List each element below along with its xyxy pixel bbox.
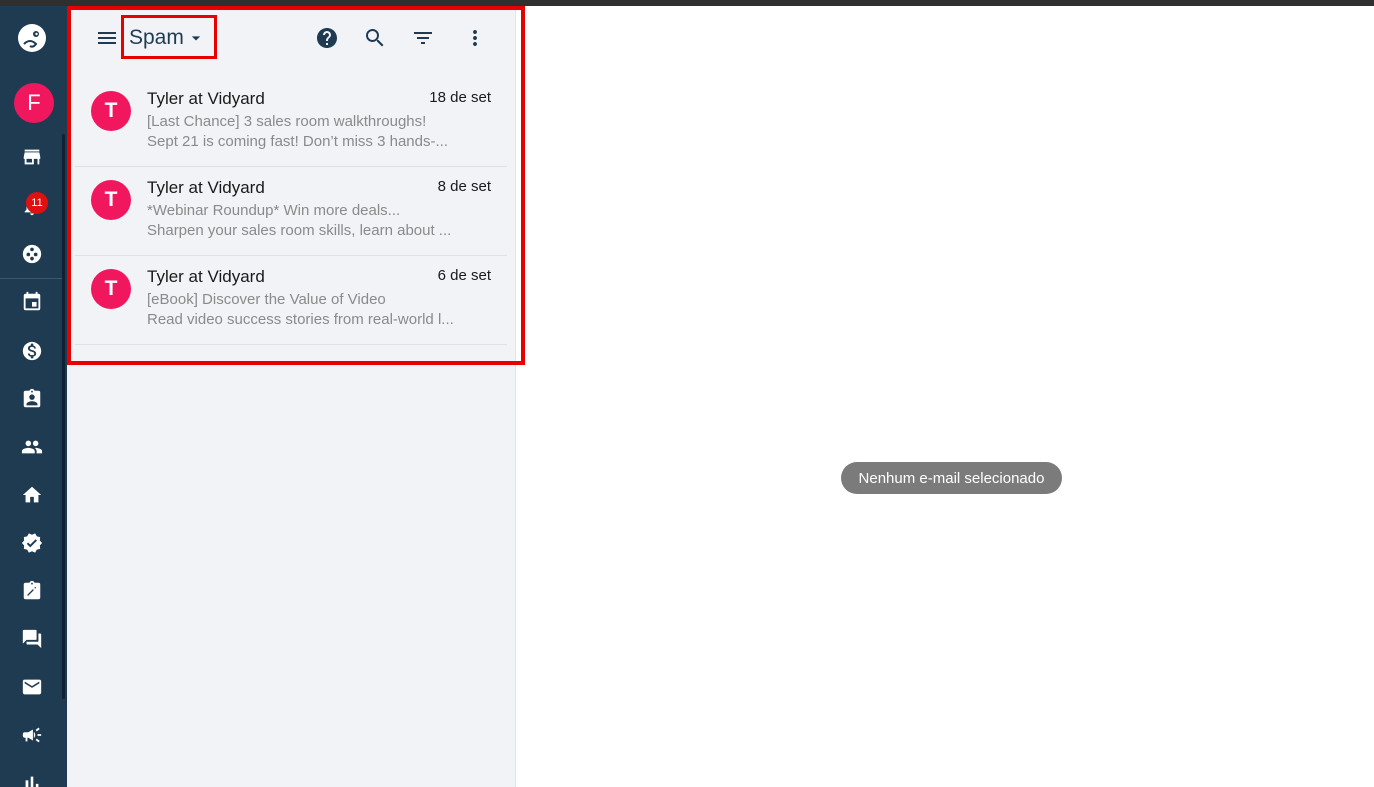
- app-logo[interactable]: [0, 18, 64, 58]
- calendar-icon: [23, 291, 41, 311]
- mail-sender: Tyler at Vidyard: [147, 89, 265, 108]
- sidebar-item-chat[interactable]: [0, 619, 64, 659]
- sidebar-item-campaigns[interactable]: [0, 715, 64, 755]
- people-icon: [21, 440, 43, 454]
- mail-date: 8 de set: [437, 178, 491, 195]
- megaphone-icon: [22, 727, 42, 743]
- mail-toolbar: Spam: [67, 6, 516, 70]
- help-button[interactable]: [309, 20, 345, 56]
- search-icon: [366, 29, 384, 47]
- mail-list-panel: Spam T Tyler at Vidyard 18 de set [Last …: [67, 6, 516, 787]
- menu-button[interactable]: [89, 20, 125, 56]
- filter-button[interactable]: [405, 20, 441, 56]
- sender-avatar: T: [91, 91, 131, 131]
- search-button[interactable]: [357, 20, 393, 56]
- store-icon: [23, 149, 41, 165]
- sidebar-item-mail[interactable]: [0, 667, 64, 707]
- more-vert-icon: [473, 30, 477, 46]
- sidebar-item-people[interactable]: [0, 427, 64, 467]
- menu-icon: [98, 32, 116, 44]
- folder-label: Spam: [129, 26, 184, 49]
- sidebar-item-calendar[interactable]: [0, 282, 64, 322]
- edit-note-icon: [23, 580, 41, 600]
- chart-icon: [25, 776, 39, 787]
- contact-card-icon: [23, 388, 41, 408]
- sidebar-item-tasks[interactable]: [0, 571, 64, 611]
- mail-preview: Read video success stories from real-wor…: [147, 311, 454, 328]
- no-email-selected-message: Nenhum e-mail selecionado: [841, 462, 1062, 494]
- chameleon-logo-icon: [18, 24, 46, 52]
- mail-list-item[interactable]: T Tyler at Vidyard 6 de set [eBook] Disc…: [75, 256, 507, 345]
- mail-list-item[interactable]: T Tyler at Vidyard 8 de set *Webinar Rou…: [75, 167, 507, 256]
- mail-date: 6 de set: [437, 267, 491, 284]
- app-sidebar: F 11: [0, 6, 67, 787]
- caret-down-icon: [191, 36, 201, 41]
- sidebar-item-finance[interactable]: [0, 331, 64, 371]
- user-avatar[interactable]: F: [14, 83, 54, 123]
- sidebar-item-store[interactable]: [0, 137, 64, 177]
- help-icon: [317, 28, 337, 48]
- mail-preview: Sept 21 is coming fast! Don’t miss 3 han…: [147, 133, 448, 150]
- home-icon: [22, 486, 42, 503]
- sidebar-item-contacts[interactable]: [0, 379, 64, 419]
- mail-date: 18 de set: [429, 89, 491, 106]
- sidebar-item-home[interactable]: [0, 475, 64, 515]
- verified-icon: [21, 533, 43, 553]
- sender-avatar: T: [91, 269, 131, 309]
- mail-sender: Tyler at Vidyard: [147, 267, 265, 286]
- mail-sender: Tyler at Vidyard: [147, 178, 265, 197]
- sender-avatar: T: [91, 180, 131, 220]
- chat-icon: [22, 629, 42, 649]
- mail-icon: [22, 679, 42, 695]
- mail-subject: [Last Chance] 3 sales room walkthroughs!: [147, 113, 427, 130]
- mail-subject: *Webinar Roundup* Win more deals...: [147, 202, 401, 219]
- sidebar-item-team[interactable]: [0, 234, 64, 274]
- folder-dropdown[interactable]: Spam: [129, 22, 206, 54]
- filter-icon: [414, 32, 432, 44]
- sidebar-item-reports[interactable]: [0, 763, 64, 787]
- more-options-button[interactable]: [457, 20, 493, 56]
- mail-subject: [eBook] Discover the Value of Video: [147, 291, 386, 308]
- dollar-icon: [22, 341, 42, 361]
- sidebar-divider: [0, 278, 62, 279]
- team-icon: [22, 244, 42, 264]
- notification-badge: 11: [26, 192, 48, 214]
- mail-list-item[interactable]: T Tyler at Vidyard 18 de set [Last Chanc…: [75, 78, 507, 167]
- sidebar-item-verified[interactable]: [0, 523, 64, 563]
- mail-preview: Sharpen your sales room skills, learn ab…: [147, 222, 452, 239]
